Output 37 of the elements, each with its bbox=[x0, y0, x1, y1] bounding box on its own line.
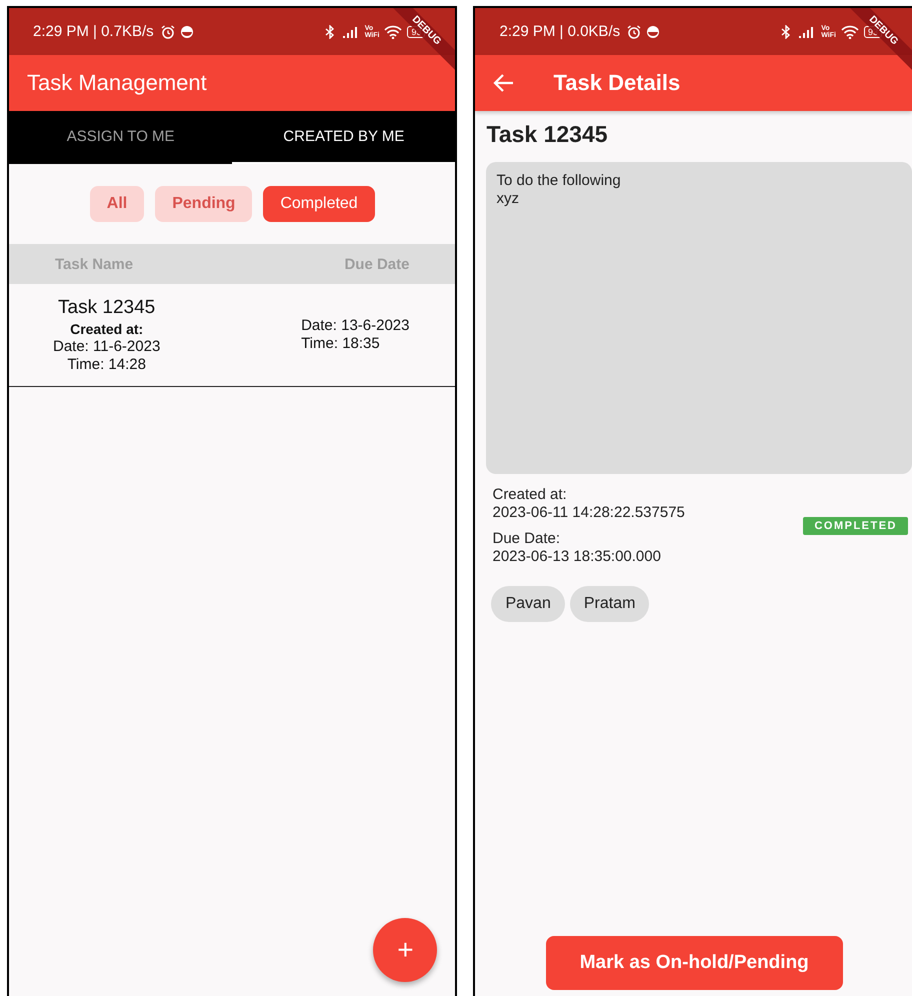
task-name: Task 12345 bbox=[58, 296, 156, 320]
circle-icon bbox=[180, 24, 194, 38]
filter-button[interactable]: Pending bbox=[155, 186, 252, 222]
created-time: Time: 14:28 bbox=[67, 356, 146, 374]
due-date: Date: 13-6-2023 bbox=[301, 317, 410, 335]
description-field[interactable]: To do the following xyz bbox=[486, 162, 912, 474]
task-title: Task 12345 bbox=[486, 121, 609, 148]
column-header: Due Date bbox=[344, 256, 410, 272]
filter-button[interactable]: Completed bbox=[263, 186, 375, 222]
due-label: Due Date: bbox=[492, 530, 562, 548]
status-badge: COMPLETED bbox=[803, 517, 908, 535]
alarm-icon bbox=[627, 24, 642, 38]
app-title: Task Details bbox=[553, 70, 680, 96]
assignee-chip: Pratam bbox=[570, 586, 650, 622]
tab[interactable]: ASSIGN TO ME bbox=[9, 111, 232, 164]
created-label: Created at: bbox=[492, 486, 568, 504]
circle-icon bbox=[646, 24, 660, 38]
status-time: 2:29 PM | 0.7KB/s bbox=[33, 23, 154, 40]
due-time: Time: 18:35 bbox=[301, 335, 381, 353]
back-arrow-icon[interactable] bbox=[493, 72, 516, 94]
column-header: Task Name bbox=[55, 256, 134, 272]
app-title: Task Management bbox=[27, 70, 207, 96]
status-action-button[interactable]: Mark as On-hold/Pending bbox=[546, 936, 843, 990]
tab[interactable]: CREATED BY ME bbox=[232, 111, 456, 164]
assignee-chip: Pavan bbox=[491, 586, 565, 622]
due-value: 2023-06-13 18:35:00.000 bbox=[492, 548, 662, 566]
signal-icon bbox=[342, 26, 360, 38]
filter-button[interactable]: All bbox=[90, 186, 144, 222]
created-value: 2023-06-11 14:28:22.537575 bbox=[492, 504, 685, 522]
wifi-icon bbox=[384, 24, 402, 38]
created-label: Created at: bbox=[70, 320, 144, 338]
status-time: 2:29 PM | 0.0KB/s bbox=[499, 23, 620, 40]
add-button[interactable]: + bbox=[373, 918, 438, 982]
task-row[interactable]: Task 12345 Created at: Date: 11-6-2023 Time: 14:28 Date: 13-6-2023 Time: 18:35 bbox=[9, 284, 456, 387]
created-date: Date: 11-6-2023 bbox=[53, 338, 160, 356]
alarm-icon bbox=[160, 24, 175, 38]
wifi-icon bbox=[840, 24, 859, 38]
